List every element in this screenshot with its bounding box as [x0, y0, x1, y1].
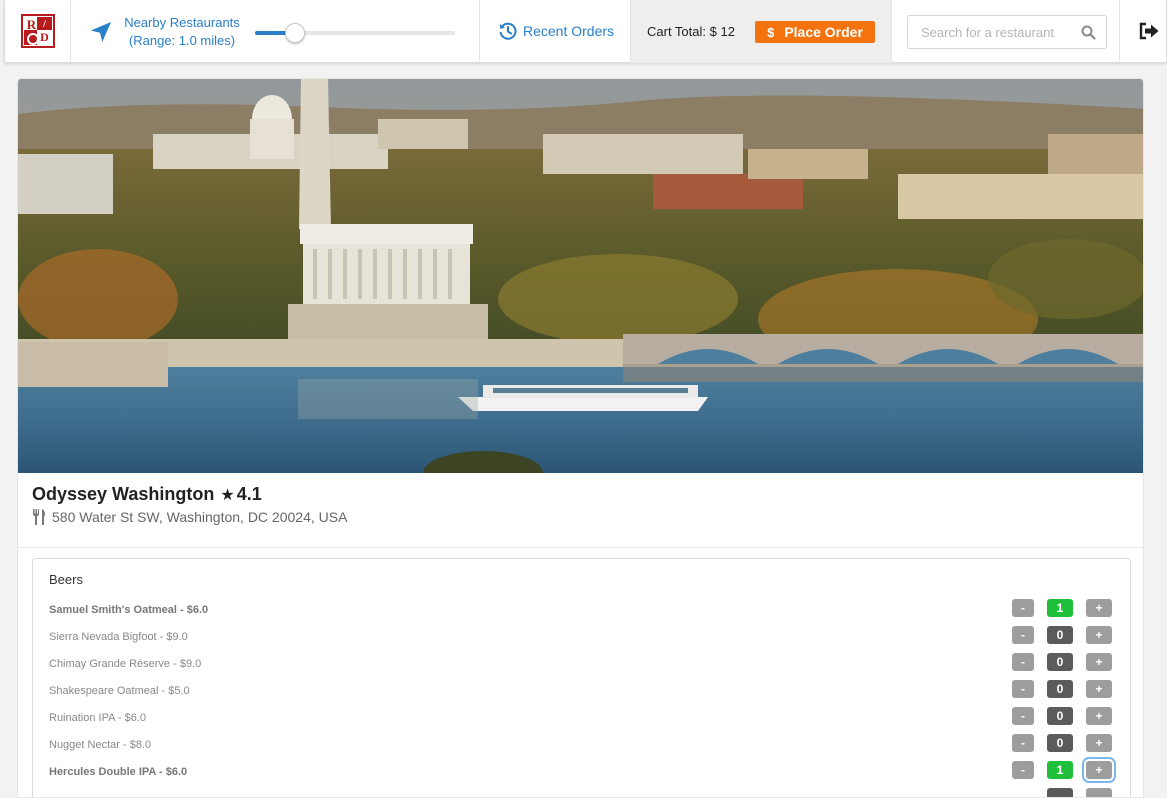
quantity-badge: 0: [1047, 626, 1073, 644]
menu-item: Hercules Double IPA - $6.0 - 1 +: [33, 761, 1132, 788]
cart-section: Cart Total: $ 12 $ Place Order: [631, 0, 892, 63]
decrease-quantity-button[interactable]: -: [1012, 707, 1034, 725]
increase-quantity-button[interactable]: +: [1086, 653, 1112, 671]
decrease-quantity-button[interactable]: -: [1012, 680, 1034, 698]
restaurant-hero-image: [18, 79, 1143, 473]
menu-item-label: Shakespeare Oatmeal - $5.0: [49, 685, 190, 697]
restaurant-name: Odyssey Washington: [32, 484, 215, 504]
search-box: [907, 15, 1107, 49]
decrease-quantity-button[interactable]: -: [1012, 761, 1034, 779]
place-order-label: Place Order: [784, 24, 863, 40]
menu-item: Samuel Smith's Oatmeal - $6.0 - 1 +: [33, 599, 1132, 626]
quantity-badge: 0: [1047, 734, 1073, 752]
recent-orders-button[interactable]: Recent Orders: [498, 21, 614, 41]
search-section: [892, 0, 1120, 63]
increase-quantity-button[interactable]: +: [1086, 707, 1112, 725]
range-slider[interactable]: [255, 23, 455, 43]
app-logo[interactable]: R / D: [21, 14, 55, 48]
logout-icon[interactable]: [1138, 22, 1160, 40]
location-arrow-icon[interactable]: [89, 20, 113, 44]
increase-quantity-button[interactable]: +: [1086, 734, 1112, 752]
star-icon: ★: [220, 487, 235, 504]
increase-quantity-button[interactable]: +: [1086, 761, 1112, 779]
menu-item: Nugget Nectar - $8.0 - 0 +: [33, 734, 1132, 761]
menu-item-label: Chimay Grande Réserve - $9.0: [49, 658, 202, 670]
decrease-quantity-button[interactable]: -: [1012, 734, 1034, 752]
restaurant-title-row: Odyssey Washington ★ 4.1: [32, 484, 262, 505]
slider-thumb[interactable]: [285, 23, 305, 43]
quantity-badge: 0: [1047, 707, 1073, 725]
quantity-badge: [1047, 788, 1073, 797]
cart-total: Cart Total: $ 12: [647, 24, 735, 39]
logo-cell: R / D: [5, 0, 71, 63]
menu-item-label: Nugget Nectar - $8.0: [49, 739, 152, 751]
recent-orders-label: Recent Orders: [523, 23, 615, 39]
increase-quantity-button[interactable]: +: [1086, 626, 1112, 644]
menu-item: Ruination IPA - $6.0 - 0 +: [33, 707, 1132, 734]
decrease-quantity-button[interactable]: -: [1012, 626, 1034, 644]
restaurant-card: Odyssey Washington ★ 4.1 580 Water St SW…: [17, 78, 1144, 798]
decrease-quantity-button[interactable]: -: [1012, 599, 1034, 617]
menu-item: [33, 788, 1132, 797]
restaurant-rating: 4.1: [236, 484, 262, 504]
menu-panel: Beers Samuel Smith's Oatmeal - $6.0 - 1 …: [32, 558, 1132, 797]
menu-item-label: Samuel Smith's Oatmeal - $6.0: [49, 604, 209, 616]
menu-item: Sierra Nevada Bigfoot - $9.0 - 0 +: [33, 626, 1132, 653]
nearby-title: Nearby Restaurants: [124, 15, 240, 30]
top-navbar: R / D Nearby Restaurants (Range: 1.0 mil…: [4, 0, 1167, 63]
menu-item: Shakespeare Oatmeal - $5.0 - 0 +: [33, 680, 1132, 707]
search-input[interactable]: [908, 16, 1078, 48]
history-icon: [499, 22, 517, 40]
quantity-badge: 0: [1047, 680, 1073, 698]
quantity-badge: 0: [1047, 653, 1073, 671]
menu-item-label: Ruination IPA - $6.0: [49, 712, 147, 724]
place-order-button[interactable]: $ Place Order: [755, 21, 875, 43]
divider: [18, 547, 1143, 548]
quantity-badge: 1: [1047, 599, 1073, 617]
menu-category-title: Beers: [49, 572, 83, 587]
nearby-range: (Range: 1.0 miles): [128, 33, 236, 48]
nearby-restaurants-link[interactable]: Nearby Restaurants (Range: 1.0 miles): [117, 14, 247, 50]
menu-item: Chimay Grande Réserve - $9.0 - 0 +: [33, 653, 1132, 680]
menu-item-label: Hercules Double IPA - $6.0: [49, 766, 188, 778]
restaurant-address-row: 580 Water St SW, Washington, DC 20024, U…: [32, 509, 347, 525]
quantity-badge: 1: [1047, 761, 1073, 779]
search-icon[interactable]: [1081, 25, 1096, 40]
logo-letter-d: D: [37, 30, 52, 45]
dollar-icon: $: [767, 24, 775, 40]
recent-orders-section: Recent Orders: [480, 0, 631, 63]
menu-item-label: Sierra Nevada Bigfoot - $9.0: [49, 631, 188, 643]
increase-quantity-button[interactable]: +: [1086, 599, 1112, 617]
restaurant-address: 580 Water St SW, Washington, DC 20024, U…: [52, 509, 348, 525]
increase-quantity-button[interactable]: +: [1086, 680, 1112, 698]
nearby-restaurants-section: Nearby Restaurants (Range: 1.0 miles): [71, 0, 480, 63]
decrease-quantity-button[interactable]: -: [1012, 653, 1034, 671]
utensils-icon: [33, 509, 45, 525]
increase-quantity-button[interactable]: [1086, 788, 1112, 797]
